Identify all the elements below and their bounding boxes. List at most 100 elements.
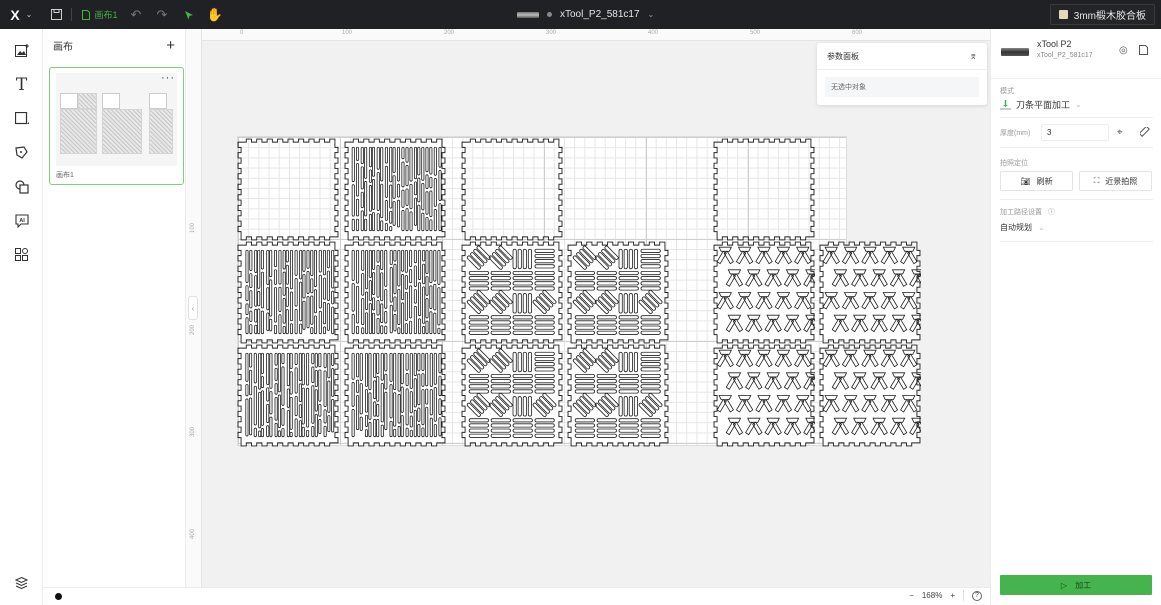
shape-tool-icon[interactable] [12,109,31,128]
canvas-tab[interactable]: 画布1 [82,6,118,23]
ruler-label: 400 [190,528,197,540]
zoom-in-button[interactable]: + [950,591,955,600]
camera-icon: 📷︎ [1020,176,1031,186]
ruler-label: 100 [190,222,197,234]
design-tile-organic[interactable] [344,344,446,447]
path-planning-value: 自动规划 [1000,223,1032,232]
chevron-down-icon: ⌄ [647,10,655,19]
design-tile-basket[interactable] [567,241,669,344]
process-button[interactable]: ▷ 加工 [1000,575,1152,595]
tile-outline [461,138,563,241]
thickness-input[interactable]: 3 [1041,124,1109,141]
closeup-label: 近景拍照 [1105,176,1138,186]
chevron-down-icon[interactable]: ⌄ [24,6,34,23]
ruler-label: 200 [444,30,455,36]
connection-status-dot [547,12,552,17]
layers-icon[interactable] [12,573,31,592]
focus-target-icon[interactable]: ⌖ [1117,127,1123,138]
ruler-label: 400 [648,30,659,36]
ruler-label: 100 [342,30,353,36]
design-tile-organic[interactable] [237,344,339,447]
device-thumbnail [517,11,539,18]
device-selector[interactable]: xTool_P2_581c17 ⌄ [517,0,654,29]
ruler-label: 200 [190,324,197,336]
design-tile-organic[interactable] [344,138,446,241]
status-dot [55,593,62,600]
hand-tool-icon[interactable]: ✋ [207,6,223,23]
process-label: 加工 [1075,580,1092,590]
right-panel: xTool P2 xTool_P2_581c17 ◎ 模式 刀条平面加工 ⌄ 厚… [990,29,1161,605]
design-tile-basket[interactable] [567,344,669,447]
design-tile-organic[interactable] [344,241,446,344]
canvas-workarea[interactable] [202,41,990,587]
parameter-panel: 参数面板 ⌆ 无选中对象 [817,43,987,105]
design-tile-geometric[interactable] [713,241,815,344]
collapse-panel-button[interactable]: ‹ [188,296,198,320]
ruler-label: 0 [240,30,244,36]
closeup-photo-button[interactable]: ⛶ 近景拍照 [1079,171,1152,191]
design-tile-basket[interactable] [461,344,563,447]
refresh-label: 刷新 [1036,176,1053,186]
device-info: xTool P2 xTool_P2_581c17 ◎ [991,29,1161,79]
canvas-panel: 画布 + ··· 画布1 [43,29,186,587]
play-icon: ▷ [1060,580,1068,590]
parameter-panel-title: 参数面板 [827,51,859,61]
ai-tool-icon[interactable]: AI [12,211,31,230]
material-selector[interactable]: 3mm椴木胶合板 [1049,4,1155,25]
save-icon[interactable] [49,6,63,23]
tile-outline [237,138,339,241]
zoom-controls: − 168% + ? [909,590,982,601]
measure-icon[interactable] [1138,125,1150,140]
canvas-card[interactable]: ··· 画布1 [49,67,184,185]
add-canvas-button[interactable]: + [166,37,175,54]
file-icon [82,9,91,20]
chevron-down-icon: ⌄ [1075,100,1082,109]
no-selection-text: 无选中对象 [825,77,979,97]
redo-icon[interactable]: ↷ [156,6,168,23]
design-tile-organic[interactable] [237,241,339,344]
shapes-library-icon[interactable] [12,177,31,196]
design-tile-blank[interactable] [237,138,339,241]
zoom-level[interactable]: 168% [922,591,942,600]
text-tool-icon[interactable]: T [12,75,31,95]
device-id: xTool_P2_581c17 [1037,52,1093,59]
image-upload-icon[interactable] [12,41,31,60]
design-tile-blank[interactable] [713,138,815,241]
design-tile-basket[interactable] [461,241,563,344]
left-toolbar: T AI [0,29,43,605]
ruler-label: 500 [750,30,761,36]
zoom-out-button[interactable]: − [909,591,914,600]
app-logo-icon[interactable]: X [9,6,21,23]
design-tile-geometric[interactable] [713,344,815,447]
undo-icon[interactable]: ↶ [130,6,142,23]
tile-outline [713,138,815,241]
design-tile-geometric[interactable] [819,344,921,447]
select-tool-icon[interactable] [183,6,195,23]
device-settings-icon[interactable]: ◎ [1119,45,1128,56]
divider [71,8,72,21]
path-planning-selector[interactable]: 自动规划 ⌄ [1000,222,1045,233]
help-icon[interactable]: ? [972,590,982,601]
scan-icon: ⛶ [1093,176,1100,185]
ruler-label: 600 [852,30,863,36]
tile-outline [237,344,339,447]
camera-position-label: 拍照定位 [1000,160,1028,167]
info-icon[interactable]: ⓘ [1048,209,1055,216]
canvas-tab-label: 画布1 [94,10,118,20]
material-label: 3mm椴木胶合板 [1073,11,1146,22]
svg-text:AI: AI [19,218,25,224]
collapse-icon[interactable]: ⌆ [969,51,977,62]
device-image [1001,48,1029,56]
pen-tool-icon[interactable] [12,143,31,162]
canvas-more-button[interactable]: ··· [161,72,175,84]
refresh-button[interactable]: 📷︎ 刷新 [1000,171,1073,191]
design-tile-blank[interactable] [461,138,563,241]
mode-selector[interactable]: 刀条平面加工 ⌄ [1000,98,1082,111]
ruler-top: 0 100 200 300 400 500 600 [202,29,990,41]
blade-icon [1000,99,1011,109]
device-name: xTool P2 [1037,39,1072,49]
design-tile-geometric[interactable] [819,241,921,344]
canvas-panel-title: 画布 [53,41,73,53]
apps-icon[interactable] [12,245,31,264]
device-doc-icon[interactable] [1139,45,1148,58]
